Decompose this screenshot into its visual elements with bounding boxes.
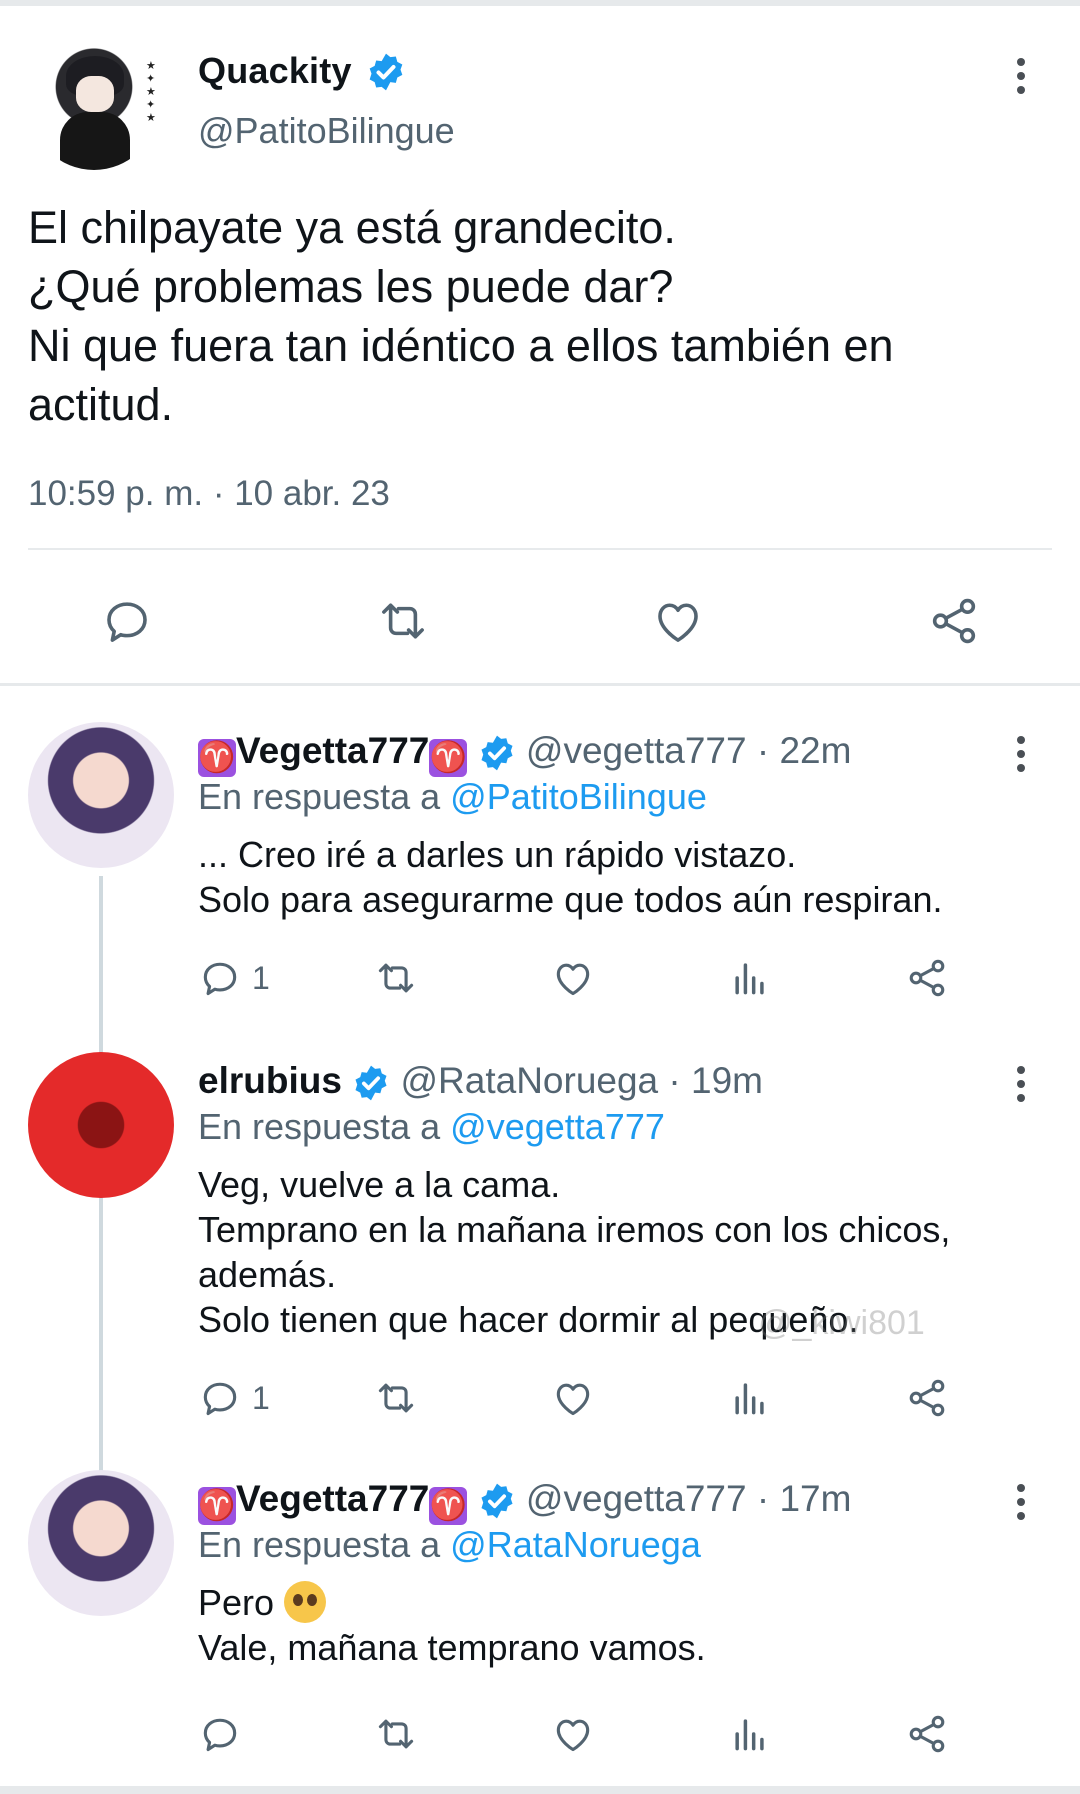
watermark: @_kiwi801 bbox=[758, 1304, 925, 1342]
aries-emoji-icon: ♈ bbox=[198, 1487, 236, 1525]
more-options-icon[interactable] bbox=[1016, 736, 1026, 778]
share-icon[interactable] bbox=[904, 1712, 950, 1756]
retweet-icon[interactable] bbox=[372, 956, 420, 1000]
verified-badge-icon bbox=[481, 735, 513, 771]
action-bar: 1 bbox=[0, 1376, 1080, 1426]
reply-tweet: elrubius @RataNoruega · 19m En respuesta… bbox=[0, 1030, 1080, 1430]
reply-header: elrubius @RataNoruega · 19m bbox=[198, 1060, 763, 1102]
mention-link[interactable]: @RataNoruega bbox=[450, 1524, 701, 1565]
action-bar bbox=[0, 1712, 1080, 1762]
avatar[interactable] bbox=[28, 1470, 174, 1616]
avatar[interactable] bbox=[28, 722, 174, 868]
retweet-icon[interactable] bbox=[372, 1376, 420, 1420]
reply-text-line: ... Creo iré a darles un rápido vistazo. bbox=[198, 834, 797, 875]
avatar[interactable] bbox=[30, 42, 158, 170]
main-tweet: ★ ✦ ★ ✦ ★ Quackity @PatitoBilingue El chilpa… bbox=[0, 6, 1080, 686]
aries-emoji-icon: ♈ bbox=[429, 1487, 468, 1525]
author-name[interactable]: Vegetta777 bbox=[236, 1478, 429, 1519]
action-bar: 1 bbox=[0, 956, 1080, 1006]
share-icon[interactable] bbox=[904, 1376, 950, 1420]
reply-text-line: Veg, vuelve a la cama. bbox=[198, 1164, 561, 1205]
like-icon[interactable] bbox=[650, 594, 706, 648]
mention-link[interactable]: @PatitoBilingue bbox=[450, 776, 707, 817]
author-name[interactable]: Quackity bbox=[198, 50, 352, 92]
author-handle[interactable]: @RataNoruega bbox=[400, 1060, 658, 1101]
section-divider bbox=[0, 683, 1080, 686]
reply-icon[interactable] bbox=[198, 1712, 242, 1756]
reply-text-line: Temprano en la mañana iremos con los chi… bbox=[198, 1209, 951, 1250]
share-icon[interactable] bbox=[926, 594, 982, 648]
reply-text: Pero Vale, mañana temprano vamos. bbox=[198, 1580, 706, 1670]
author-handle[interactable]: @vegetta777 bbox=[526, 730, 747, 771]
reply-count: 1 bbox=[252, 1380, 270, 1416]
divider bbox=[28, 548, 1052, 550]
verified-badge-icon bbox=[369, 53, 403, 91]
reply-icon[interactable] bbox=[198, 956, 242, 1000]
sparkle-icon: ★ ✦ ★ ✦ ★ bbox=[146, 60, 156, 124]
reply-text-line: además. bbox=[198, 1254, 337, 1295]
reply-tweet: ♈Vegetta777♈ @vegetta777 · 17m En respue… bbox=[0, 1448, 1080, 1778]
reply-text: ... Creo iré a darles un rápido vistazo.… bbox=[198, 832, 942, 922]
replying-to: En respuesta a @vegetta777 bbox=[198, 1106, 665, 1147]
more-options-icon[interactable] bbox=[1016, 1484, 1026, 1526]
tweet-text-line: ¿Qué problemas les puede dar? bbox=[28, 261, 674, 312]
tweet-text-line: actitud. bbox=[28, 379, 174, 430]
verified-badge-icon bbox=[481, 1483, 513, 1519]
more-options-icon[interactable] bbox=[1016, 1066, 1026, 1108]
replying-to: En respuesta a @PatitoBilingue bbox=[198, 776, 707, 817]
author-name[interactable]: Vegetta777 bbox=[236, 730, 429, 771]
tweet-text-line: El chilpayate ya está grandecito. bbox=[28, 202, 676, 253]
tweet-text-line: Ni que fuera tan idéntico a ellos tambié… bbox=[28, 320, 894, 371]
bottom-divider bbox=[0, 1786, 1080, 1794]
reply-icon[interactable] bbox=[198, 1376, 242, 1420]
views-icon[interactable] bbox=[728, 1712, 772, 1756]
author-handle[interactable]: @PatitoBilingue bbox=[198, 110, 455, 152]
reply-text-line: Solo para asegurarme que todos aún respi… bbox=[198, 879, 943, 920]
reply-icon[interactable] bbox=[100, 594, 154, 648]
views-icon[interactable] bbox=[728, 956, 772, 1000]
tweet-time[interactable]: · 22m bbox=[757, 730, 852, 771]
reply-count: 1 bbox=[252, 960, 270, 996]
aries-emoji-icon: ♈ bbox=[429, 739, 468, 777]
reply-tweet: ♈Vegetta777♈ @vegetta777 · 22m En respue… bbox=[0, 700, 1080, 1020]
reply-text-line: Pero bbox=[198, 1582, 275, 1623]
retweet-icon[interactable] bbox=[372, 1712, 420, 1756]
verified-badge-icon bbox=[355, 1065, 387, 1101]
author-handle[interactable]: @vegetta777 bbox=[526, 1478, 747, 1519]
like-icon[interactable] bbox=[550, 1712, 596, 1756]
reply-header: ♈Vegetta777♈ @vegetta777 · 22m bbox=[198, 730, 851, 777]
replying-to: En respuesta a @RataNoruega bbox=[198, 1524, 701, 1565]
mention-link[interactable]: @vegetta777 bbox=[450, 1106, 665, 1147]
more-options-icon[interactable] bbox=[1016, 58, 1026, 100]
tweet-text: El chilpayate ya está grandecito. ¿Qué p… bbox=[28, 198, 1058, 434]
pleading-face-emoji-icon bbox=[284, 1581, 327, 1623]
reply-header: ♈Vegetta777♈ @vegetta777 · 17m bbox=[198, 1478, 851, 1525]
avatar[interactable] bbox=[28, 1052, 174, 1198]
like-icon[interactable] bbox=[550, 1376, 596, 1420]
reply-text-line: Vale, mañana temprano vamos. bbox=[198, 1627, 706, 1668]
like-icon[interactable] bbox=[550, 956, 596, 1000]
views-icon[interactable] bbox=[728, 1376, 772, 1420]
aries-emoji-icon: ♈ bbox=[198, 739, 236, 777]
share-icon[interactable] bbox=[904, 956, 950, 1000]
action-bar bbox=[0, 586, 1080, 652]
retweet-icon[interactable] bbox=[374, 594, 432, 648]
tweet-timestamp[interactable]: 10:59 p. m. · 10 abr. 23 bbox=[28, 474, 390, 514]
tweet-time[interactable]: · 17m bbox=[757, 1478, 852, 1519]
tweet-time[interactable]: · 19m bbox=[668, 1060, 763, 1101]
author-name[interactable]: elrubius bbox=[198, 1060, 342, 1101]
